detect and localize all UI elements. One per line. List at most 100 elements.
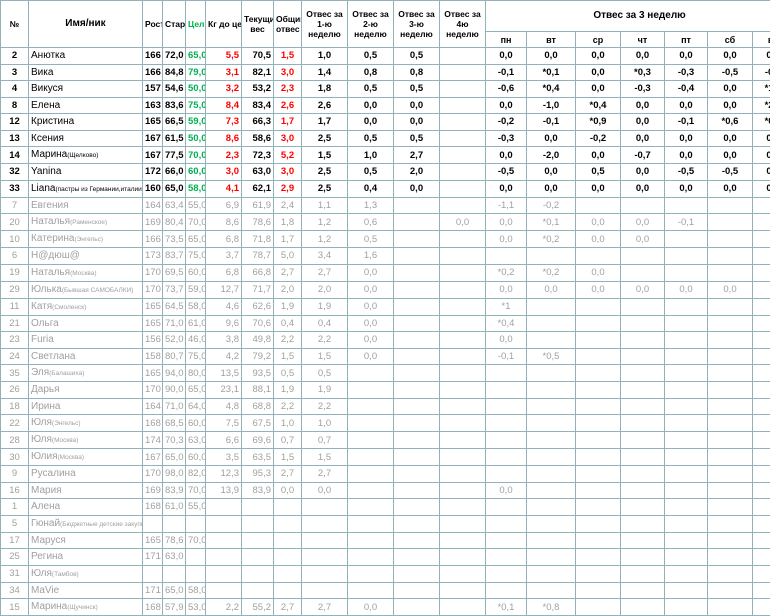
- total-loss-cell[interactable]: 2,7: [274, 466, 302, 483]
- day-thu-cell[interactable]: [621, 315, 665, 332]
- day-thu-cell[interactable]: [621, 432, 665, 449]
- num-cell[interactable]: 4: [1, 81, 29, 98]
- day-sat-cell[interactable]: [708, 565, 753, 582]
- day-sun-cell[interactable]: [753, 332, 770, 349]
- day-sun-cell[interactable]: [753, 298, 770, 315]
- day-sat-cell[interactable]: [708, 214, 753, 231]
- week4-cell[interactable]: [440, 482, 486, 499]
- day-tue-cell[interactable]: [527, 515, 576, 532]
- total-loss-cell[interactable]: 2,0: [274, 281, 302, 298]
- current-weight-cell[interactable]: 63,5: [242, 449, 274, 466]
- day-mon-cell[interactable]: -0,5: [486, 164, 527, 181]
- day-mon-cell[interactable]: [486, 565, 527, 582]
- goal-cell[interactable]: 55,0: [186, 197, 206, 214]
- start-weight-cell[interactable]: 61,0: [163, 499, 186, 516]
- total-loss-cell[interactable]: [274, 582, 302, 599]
- start-weight-cell[interactable]: 83,7: [163, 248, 186, 265]
- kg-to-goal-cell[interactable]: 8,6: [206, 130, 242, 147]
- day-fri-cell[interactable]: [665, 599, 708, 616]
- goal-cell[interactable]: 65,0: [186, 231, 206, 248]
- num-cell[interactable]: 2: [1, 48, 29, 65]
- day-sat-cell[interactable]: [708, 231, 753, 248]
- day-sat-cell[interactable]: [708, 315, 753, 332]
- height-cell[interactable]: 168: [143, 499, 163, 516]
- current-weight-cell[interactable]: 71,8: [242, 231, 274, 248]
- day-wed-cell[interactable]: [576, 365, 621, 382]
- day-thu-cell[interactable]: 0,0: [621, 130, 665, 147]
- day-sat-cell[interactable]: *0,6: [708, 114, 753, 131]
- week1-cell[interactable]: 1,5: [302, 147, 348, 164]
- total-loss-cell[interactable]: [274, 549, 302, 566]
- day-mon-cell[interactable]: *0,4: [486, 315, 527, 332]
- day-tue-cell[interactable]: [527, 315, 576, 332]
- total-loss-cell[interactable]: 0,7: [274, 432, 302, 449]
- num-cell[interactable]: 14: [1, 147, 29, 164]
- height-cell[interactable]: 165: [143, 298, 163, 315]
- week3-cell[interactable]: [394, 466, 440, 483]
- kg-to-goal-cell[interactable]: [206, 499, 242, 516]
- week4-cell[interactable]: [440, 48, 486, 65]
- current-weight-cell[interactable]: [242, 532, 274, 549]
- day-mon-cell[interactable]: *0,1: [486, 599, 527, 616]
- day-fri-cell[interactable]: [665, 449, 708, 466]
- week2-cell[interactable]: [348, 582, 394, 599]
- week1-cell[interactable]: 2,7: [302, 466, 348, 483]
- day-sun-cell[interactable]: [753, 466, 770, 483]
- height-cell[interactable]: 172: [143, 164, 163, 181]
- day-wed-cell[interactable]: [576, 432, 621, 449]
- current-weight-cell[interactable]: [242, 582, 274, 599]
- day-mon-cell[interactable]: 0,0: [486, 180, 527, 197]
- goal-cell[interactable]: 53,0: [186, 599, 206, 616]
- goal-cell[interactable]: 60,0: [186, 415, 206, 432]
- day-tue-cell[interactable]: 0,0: [527, 281, 576, 298]
- name-cell[interactable]: Регина: [29, 549, 143, 566]
- week4-cell[interactable]: [440, 565, 486, 582]
- day-sun-cell[interactable]: [753, 415, 770, 432]
- num-cell[interactable]: 21: [1, 315, 29, 332]
- week1-cell[interactable]: 1,0: [302, 48, 348, 65]
- height-cell[interactable]: 165: [143, 532, 163, 549]
- day-tue-cell[interactable]: *0,1: [527, 214, 576, 231]
- day-mon-cell[interactable]: [486, 549, 527, 566]
- week3-cell[interactable]: [394, 599, 440, 616]
- height-cell[interactable]: 157: [143, 81, 163, 98]
- day-tue-cell[interactable]: 0,0: [527, 164, 576, 181]
- start-weight-cell[interactable]: 78,6: [163, 532, 186, 549]
- week1-cell[interactable]: 1,8: [302, 81, 348, 98]
- goal-cell[interactable]: 80,0: [186, 365, 206, 382]
- week1-cell[interactable]: 1,5: [302, 449, 348, 466]
- name-cell[interactable]: Маруся: [29, 532, 143, 549]
- num-cell[interactable]: 22: [1, 415, 29, 432]
- name-cell[interactable]: Катя(Смоленск): [29, 298, 143, 315]
- goal-cell[interactable]: 75,0: [186, 248, 206, 265]
- current-weight-cell[interactable]: 58,6: [242, 130, 274, 147]
- goal-cell[interactable]: 60,0: [186, 164, 206, 181]
- day-fri-cell[interactable]: 0,0: [665, 281, 708, 298]
- day-sun-cell[interactable]: [753, 515, 770, 532]
- kg-to-goal-cell[interactable]: 7,3: [206, 114, 242, 131]
- kg-to-goal-cell[interactable]: 2,2: [206, 599, 242, 616]
- day-tue-cell[interactable]: -1,0: [527, 97, 576, 114]
- day-thu-cell[interactable]: 0,0: [621, 97, 665, 114]
- current-weight-cell[interactable]: 70,5: [242, 48, 274, 65]
- week1-cell[interactable]: 3,4: [302, 248, 348, 265]
- day-thu-cell[interactable]: 0,0: [621, 114, 665, 131]
- week3-cell[interactable]: [394, 248, 440, 265]
- total-loss-cell[interactable]: 0,5: [274, 365, 302, 382]
- start-weight-cell[interactable]: 66,5: [163, 114, 186, 131]
- name-cell[interactable]: Кристина: [29, 114, 143, 131]
- week2-cell[interactable]: [348, 482, 394, 499]
- day-sun-cell[interactable]: *0,3: [753, 114, 770, 131]
- day-sat-cell[interactable]: [708, 248, 753, 265]
- week2-cell[interactable]: 1,6: [348, 248, 394, 265]
- day-sun-cell[interactable]: 0,0: [753, 48, 770, 65]
- height-cell[interactable]: 158: [143, 348, 163, 365]
- day-wed-cell[interactable]: 0,0: [576, 64, 621, 81]
- start-weight-cell[interactable]: 71,0: [163, 398, 186, 415]
- height-cell[interactable]: 173: [143, 248, 163, 265]
- week4-cell[interactable]: [440, 515, 486, 532]
- start-weight-cell[interactable]: 98,0: [163, 466, 186, 483]
- day-mon-cell[interactable]: 0,0: [486, 482, 527, 499]
- day-sun-cell[interactable]: 0,0: [753, 147, 770, 164]
- day-thu-cell[interactable]: [621, 466, 665, 483]
